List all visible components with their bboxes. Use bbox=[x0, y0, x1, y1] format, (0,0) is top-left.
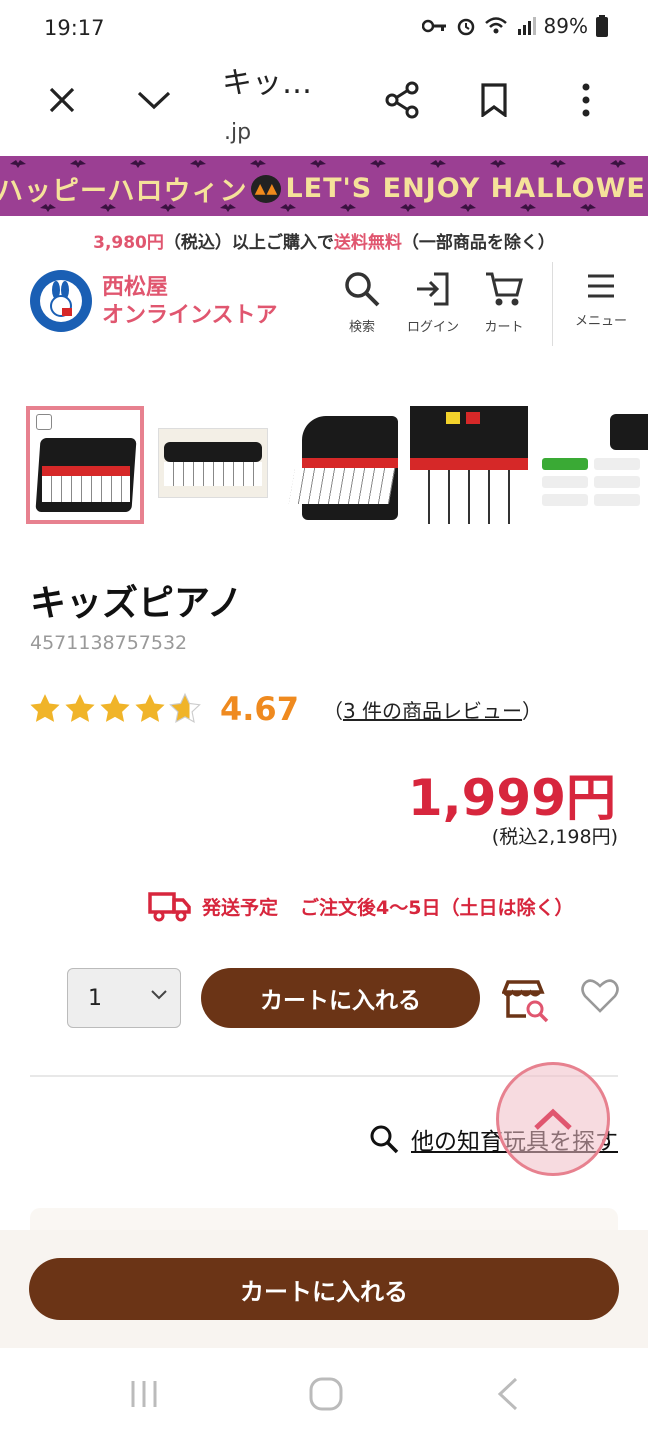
header-login-button[interactable]: ログイン bbox=[403, 270, 463, 335]
signal-icon bbox=[517, 17, 536, 35]
hamburger-icon bbox=[588, 274, 614, 298]
banner-text-en: LET'S ENJOY HALLOWEEN PARTY bbox=[285, 173, 648, 204]
thumbnail-1[interactable] bbox=[26, 406, 144, 524]
quantity-select[interactable]: 1 bbox=[67, 968, 181, 1028]
scroll-to-top-button[interactable] bbox=[496, 1062, 610, 1176]
free-shipping-middle: （税込）以上ご購入で bbox=[163, 233, 334, 253]
header-login-label: ログイン bbox=[406, 320, 459, 335]
rating-score: 4.67 bbox=[220, 690, 299, 728]
thumbnail-3[interactable] bbox=[282, 406, 400, 524]
product-price: 1,999円 bbox=[407, 769, 616, 827]
review-link-text[interactable]: 3 件の商品レビュー bbox=[343, 699, 522, 723]
status-icons: 89% bbox=[421, 14, 608, 38]
store-name-line1: 西松屋 bbox=[102, 275, 169, 300]
page-title[interactable]: キッ… bbox=[222, 58, 352, 102]
store-name[interactable]: 西松屋 オンラインストア bbox=[102, 274, 278, 330]
home-icon bbox=[309, 1377, 343, 1411]
status-time: 19:17 bbox=[44, 16, 105, 40]
header-search-label: 検索 bbox=[348, 320, 375, 335]
free-shipping-label: 送料無料 bbox=[333, 233, 402, 253]
pumpkin-icon: ▲▲ bbox=[251, 174, 282, 203]
thumbnail-5[interactable] bbox=[538, 406, 648, 524]
thumbnail-4[interactable] bbox=[410, 406, 528, 524]
truck-icon bbox=[148, 892, 191, 922]
review-link[interactable]: （3 件の商品レビュー） bbox=[323, 695, 542, 724]
store-name-line2: オンラインストア bbox=[102, 303, 278, 328]
bookmark-icon bbox=[481, 83, 507, 117]
free-shipping-note: 3,980円（税込）以上ご購入で送料無料（一部商品を除く） bbox=[0, 228, 648, 253]
search-icon bbox=[370, 1125, 399, 1154]
bookmark-button[interactable] bbox=[464, 70, 524, 130]
store-logo[interactable] bbox=[30, 270, 92, 332]
product-jan-code: 4571138757532 bbox=[30, 632, 188, 654]
star-half-icon bbox=[169, 692, 201, 723]
search-icon bbox=[345, 272, 380, 307]
site-header: 西松屋 オンラインストア 検索 ログイン カート メニュー bbox=[0, 258, 648, 348]
key-icon bbox=[421, 19, 446, 33]
quantity-value: 1 bbox=[88, 985, 102, 1011]
store-search-icon[interactable] bbox=[502, 976, 550, 1024]
delivery-estimate: 発送予定 ご注文後4〜5日（土日は除く） bbox=[148, 890, 573, 922]
collapse-button[interactable] bbox=[124, 70, 184, 130]
heart-icon[interactable] bbox=[580, 976, 620, 1016]
product-title: キッズピアノ bbox=[30, 583, 243, 624]
bat-pattern bbox=[10, 160, 626, 168]
star-icon bbox=[30, 694, 60, 722]
bat-pattern bbox=[40, 204, 596, 212]
chevron-down-icon bbox=[151, 990, 167, 1000]
share-icon bbox=[385, 81, 419, 119]
free-shipping-tail: （一部商品を除く） bbox=[401, 233, 555, 253]
back-icon bbox=[497, 1377, 518, 1411]
back-button[interactable] bbox=[478, 1372, 538, 1416]
delivery-text: ご注文後4〜5日（土日は除く） bbox=[300, 896, 574, 919]
close-button[interactable] bbox=[32, 70, 92, 130]
header-search-button[interactable]: 検索 bbox=[332, 270, 392, 335]
logo-rabbit bbox=[40, 280, 82, 322]
star-icon bbox=[100, 694, 130, 722]
page-url[interactable]: .jp bbox=[224, 120, 251, 145]
recent-apps-button[interactable] bbox=[114, 1372, 174, 1416]
cart-icon bbox=[486, 272, 523, 306]
product-rating: 4.67 （3 件の商品レビュー） bbox=[28, 690, 542, 728]
android-nav-bar bbox=[0, 1348, 648, 1440]
rating-stars bbox=[28, 692, 202, 726]
more-icon bbox=[582, 83, 590, 117]
chevron-down-icon bbox=[137, 91, 171, 110]
more-button[interactable] bbox=[556, 70, 616, 130]
close-icon bbox=[49, 87, 75, 113]
login-icon bbox=[417, 272, 449, 306]
star-icon bbox=[135, 694, 165, 722]
sticky-add-to-cart-button[interactable]: カートに入れる bbox=[29, 1258, 619, 1320]
thumbnail-2[interactable] bbox=[154, 406, 272, 524]
browser-toolbar: キッ… .jp bbox=[0, 58, 648, 158]
home-button[interactable] bbox=[296, 1372, 356, 1416]
header-menu-button[interactable]: メニュー bbox=[566, 270, 636, 329]
battery-percent: 89% bbox=[543, 14, 588, 38]
chevron-up-icon bbox=[534, 1108, 572, 1130]
delivery-label: 発送予定 bbox=[202, 896, 279, 919]
recent-apps-icon bbox=[131, 1381, 157, 1407]
header-cart-label: カート bbox=[484, 320, 524, 335]
add-to-cart-button[interactable]: カートに入れる bbox=[201, 968, 480, 1028]
halloween-banner[interactable]: ハッピーハロウィン ▲▲ LET'S ENJOY HALLOWEEN PARTY bbox=[0, 156, 648, 216]
product-price-tax: (税込2,198円) bbox=[491, 826, 618, 848]
free-shipping-threshold: 3,980円 bbox=[93, 233, 164, 253]
battery-icon bbox=[596, 15, 608, 37]
header-divider bbox=[552, 262, 553, 346]
product-thumbnails bbox=[26, 406, 648, 526]
star-icon bbox=[65, 694, 95, 722]
share-button[interactable] bbox=[372, 70, 432, 130]
wifi-icon bbox=[484, 17, 507, 34]
header-menu-label: メニュー bbox=[574, 314, 627, 329]
status-bar: 19:17 89% bbox=[0, 0, 648, 58]
alarm-icon bbox=[457, 18, 474, 36]
header-cart-button[interactable]: カート bbox=[474, 270, 534, 335]
